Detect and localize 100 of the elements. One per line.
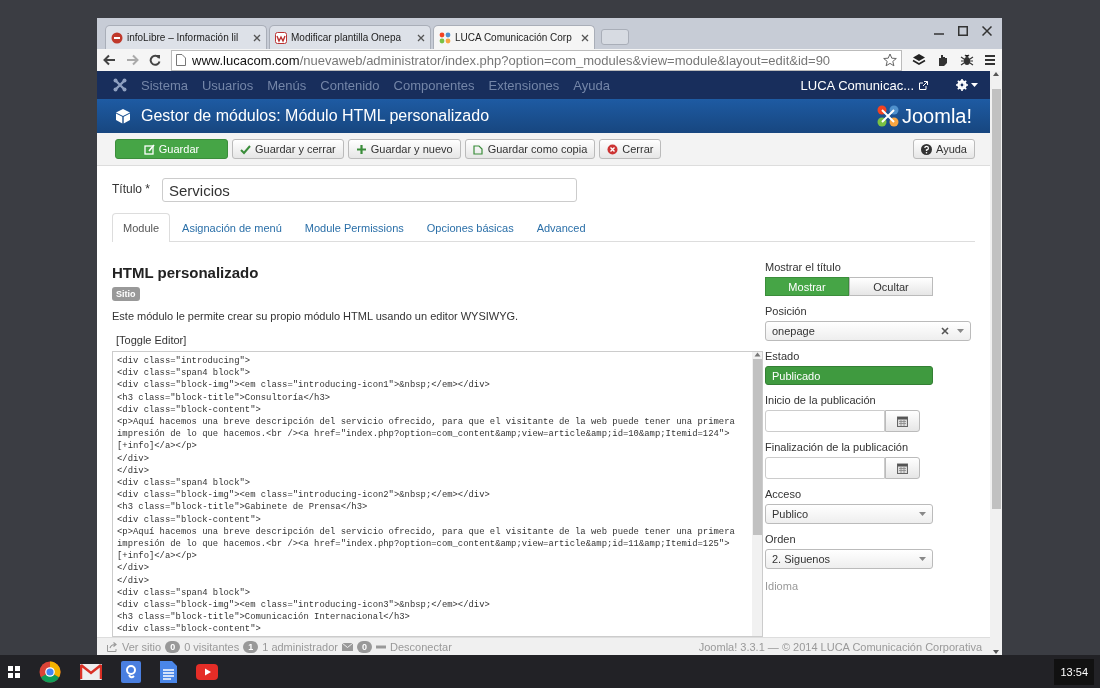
- calendar-icon: [897, 462, 908, 474]
- hand-icon[interactable]: [936, 53, 950, 67]
- toolbar-button[interactable]: Guardar y cerrar: [232, 139, 344, 159]
- clock: 13:54: [1054, 658, 1094, 685]
- joomla-logo-icon[interactable]: [113, 78, 127, 92]
- close-icon[interactable]: [982, 26, 992, 36]
- video-play-icon[interactable]: [196, 663, 218, 680]
- code-line: <div class="block-content">: [117, 403, 262, 416]
- toolbar-button[interactable]: Guardar como copia: [464, 139, 596, 159]
- code-line: <h3 class="block-title">Consultoría</h3>: [117, 391, 332, 404]
- menu-item[interactable]: Ayuda: [573, 77, 610, 93]
- reload-icon[interactable]: [149, 54, 161, 66]
- field-label: Título *: [112, 181, 150, 196]
- share-icon: [107, 641, 118, 652]
- date-field[interactable]: [765, 457, 885, 479]
- count-badge: 0: [357, 640, 373, 653]
- edit-icon: [143, 143, 155, 155]
- menu-item[interactable]: Componentes: [393, 77, 475, 93]
- tab[interactable]: Opciones básicas: [415, 213, 525, 241]
- layers-icon[interactable]: [912, 53, 926, 67]
- code-line: <div class="span4 block">: [117, 477, 252, 490]
- field-label: Idioma: [765, 580, 800, 592]
- joomla-icon: [439, 31, 451, 44]
- admins-text: 1 administrador: [262, 640, 339, 653]
- bug-icon[interactable]: [960, 53, 974, 67]
- browser-icon[interactable]: [39, 660, 61, 683]
- close-icon[interactable]: [253, 33, 261, 42]
- code-line: impresión de lo que hacemos.<br /><a href="index.php?option=com_content&amp;view=article&amp;id=11&amp;Itemid=125">: [117, 538, 731, 551]
- page-title: Gestor de módulos: Módulo HTML personalizado: [141, 107, 490, 125]
- favicon-icon: [275, 31, 287, 44]
- field-label: Finalización de la publicación: [765, 441, 910, 453]
- code-line: <div class="span4 block">: [117, 367, 252, 380]
- copy-icon: [472, 143, 484, 155]
- status-select[interactable]: Publicado: [765, 366, 933, 385]
- caret-icon: [971, 83, 978, 87]
- toggle-option[interactable]: Ocultar: [849, 277, 933, 296]
- menu-item[interactable]: Menús: [267, 77, 307, 93]
- dropdown-select[interactable]: Publico: [765, 504, 933, 524]
- settings-icon[interactable]: [956, 79, 968, 91]
- check-icon: [240, 143, 251, 155]
- dropdown-select[interactable]: 2. Siguenos: [765, 549, 933, 569]
- address-bar[interactable]: www.lucacom.com/nuevaweb/administrator/index.php?option=com_modules&view=module&layout=edit&id=90: [171, 49, 902, 71]
- editor-scrollbar[interactable]: [752, 352, 762, 636]
- count-badge: 0: [165, 640, 181, 653]
- caret-icon: [957, 329, 964, 333]
- search-app-icon[interactable]: [121, 660, 141, 683]
- caret-icon: [919, 557, 926, 561]
- description-text: Este módulo le permite crear su propio módulo HTML usando un editor WYSIWYG.: [112, 310, 520, 322]
- count-badge: 1: [243, 640, 259, 653]
- browser-tab[interactable]: infoLibre – Información lil: [105, 25, 267, 49]
- date-field[interactable]: [765, 410, 885, 432]
- field-label: Estado: [765, 350, 801, 362]
- code-line: <div class="block-content">: [117, 513, 262, 526]
- field-label: Mostrar el título: [765, 261, 842, 273]
- scroll-up-icon: [753, 352, 761, 357]
- browser-tab[interactable]: LUCA Comunicación Corp: [433, 25, 595, 49]
- title-field[interactable]: Servicios: [162, 178, 577, 202]
- code-line: </div>: [117, 574, 150, 587]
- code-line: [+info]</a></p>: [117, 440, 198, 453]
- field-label: Orden: [765, 533, 797, 545]
- help-button[interactable]: Ayuda: [913, 139, 975, 159]
- menu-item[interactable]: Sistema: [141, 77, 188, 93]
- toolbar-button[interactable]: Guardar y nuevo: [347, 139, 461, 159]
- code-line: [+info]</a></p>: [117, 550, 198, 563]
- toolbar-button[interactable]: Cerrar: [599, 139, 662, 159]
- back-icon[interactable]: [103, 54, 116, 66]
- code-line: <div class="block-content">: [117, 623, 262, 636]
- field-label: Acceso: [765, 488, 803, 500]
- field-label: Posición: [765, 305, 808, 317]
- calendar-button[interactable]: [885, 410, 920, 432]
- calendar-button[interactable]: [885, 457, 920, 479]
- brand-logo-text: Joomla!: [901, 104, 972, 128]
- site-badge: Sitio: [112, 287, 140, 301]
- maximize-icon[interactable]: [958, 26, 968, 36]
- tab[interactable]: Advanced: [525, 213, 597, 241]
- menu-icon[interactable]: [984, 54, 996, 66]
- site-link[interactable]: LUCA Comunicac...: [800, 77, 914, 93]
- code-line: <h3 class="block-title">Comunicación Internacional</h3>: [117, 611, 411, 624]
- mail-icon[interactable]: [80, 663, 102, 680]
- tab[interactable]: Asignación de menú: [171, 213, 293, 241]
- tab[interactable]: Module Permissions: [293, 213, 415, 241]
- code-line: </div>: [117, 562, 150, 575]
- apps-icon[interactable]: [8, 665, 20, 678]
- toggle-editor-link[interactable]: [Toggle Editor]: [116, 334, 763, 346]
- close-icon[interactable]: [581, 33, 589, 42]
- document-icon[interactable]: [160, 660, 177, 683]
- tab[interactable]: Module: [112, 213, 171, 242]
- menu-item[interactable]: Contenido: [320, 77, 380, 93]
- code-line: <p>Aquí hacemos una breve descripción del servicio ofrecido, para que el visitante de la web puede tener una primera: [117, 416, 736, 429]
- page-icon: [176, 54, 186, 66]
- code-line: <p>Aquí hacemos una breve descripción del servicio ofrecido, para que el visitante de la web puede tener una primera: [117, 525, 736, 539]
- close-icon[interactable]: [417, 33, 425, 42]
- menu-item[interactable]: Extensiones: [488, 77, 560, 93]
- code-line: </div>: [117, 452, 150, 465]
- menu-item[interactable]: Usuarios: [201, 77, 254, 93]
- star-icon[interactable]: [883, 53, 897, 67]
- browser-tab[interactable]: Modificar plantilla Onepa: [269, 25, 431, 49]
- clear-icon[interactable]: [941, 327, 949, 335]
- page-scrollbar[interactable]: [990, 71, 1002, 655]
- position-select[interactable]: onepage: [765, 321, 971, 341]
